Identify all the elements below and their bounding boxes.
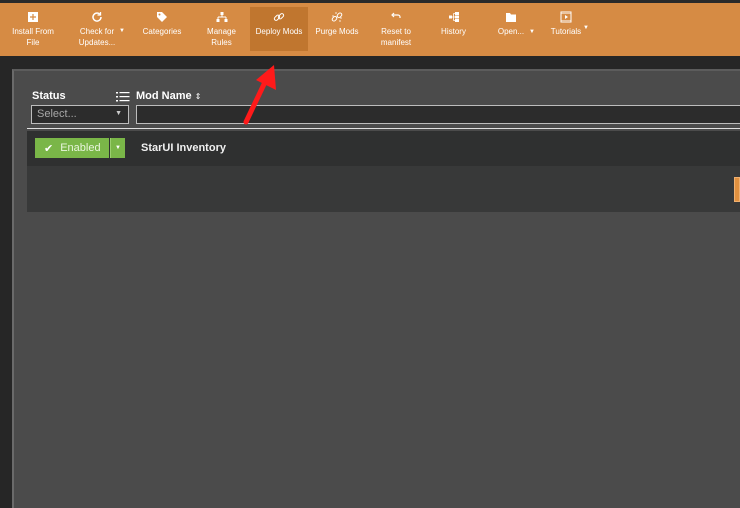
status-column-header[interactable]: Status <box>32 90 66 102</box>
sort-icon[interactable]: ⇕ <box>195 92 202 101</box>
list-view-icon[interactable] <box>116 90 130 102</box>
mod-name-header-label: Mod Name <box>136 90 192 102</box>
mod-name-column-header[interactable]: Mod Name ⇕ <box>136 90 202 102</box>
chevron-down-icon: ▼ <box>115 145 121 151</box>
deploy-mods-button[interactable]: Deploy Mods <box>250 7 308 51</box>
check-icon: ✔ <box>44 142 54 155</box>
enabled-label: Enabled <box>60 142 101 154</box>
reset-to-manifest-button[interactable]: Reset to manifest <box>366 3 426 56</box>
header-divider <box>27 128 740 129</box>
history-button[interactable]: History <box>426 3 481 56</box>
tag-icon <box>155 10 169 24</box>
purge-mods-button[interactable]: Purge Mods <box>308 3 366 56</box>
status-filter-select[interactable]: Select... ▼ <box>31 105 129 124</box>
tutorials-dropdown-icon[interactable]: ▼ <box>583 23 589 34</box>
undo-icon <box>389 10 403 24</box>
categories-button[interactable]: Categories <box>131 3 193 56</box>
link-icon <box>272 10 286 24</box>
folder-icon <box>504 10 518 24</box>
broken-link-icon <box>330 10 344 24</box>
history-tree-icon <box>447 10 461 24</box>
check-for-updates-button[interactable]: Check for Updates... ▼ <box>63 3 131 56</box>
status-filter-placeholder: Select... <box>37 108 77 120</box>
mod-name-cell[interactable]: StarUI Inventory <box>141 142 226 154</box>
toolbar: Install From File Check for Updates... ▼… <box>0 3 740 56</box>
hierarchy-icon <box>215 10 229 24</box>
side-panel-tab[interactable] <box>734 177 740 202</box>
manage-rules-button[interactable]: Manage Rules <box>193 3 250 56</box>
mod-name-filter-input[interactable] <box>136 105 740 124</box>
enabled-status-button[interactable]: ✔ Enabled <box>35 138 109 158</box>
row-detail-area <box>27 166 740 212</box>
video-icon <box>559 10 573 24</box>
table-row[interactable] <box>27 131 740 166</box>
open-button[interactable]: Open... ▼ <box>481 3 541 56</box>
chevron-down-icon: ▼ <box>115 110 122 117</box>
install-from-file-button[interactable]: Install From File <box>3 3 63 56</box>
status-dropdown-button[interactable]: ▼ <box>110 138 125 158</box>
open-dropdown-icon[interactable]: ▼ <box>529 27 535 38</box>
check-updates-dropdown-icon[interactable]: ▼ <box>119 26 125 37</box>
tutorials-button[interactable]: Tutorials ▼ <box>541 3 591 56</box>
refresh-icon <box>90 10 104 24</box>
plus-square-icon <box>26 10 40 24</box>
annotation-arrow-icon <box>243 65 276 125</box>
